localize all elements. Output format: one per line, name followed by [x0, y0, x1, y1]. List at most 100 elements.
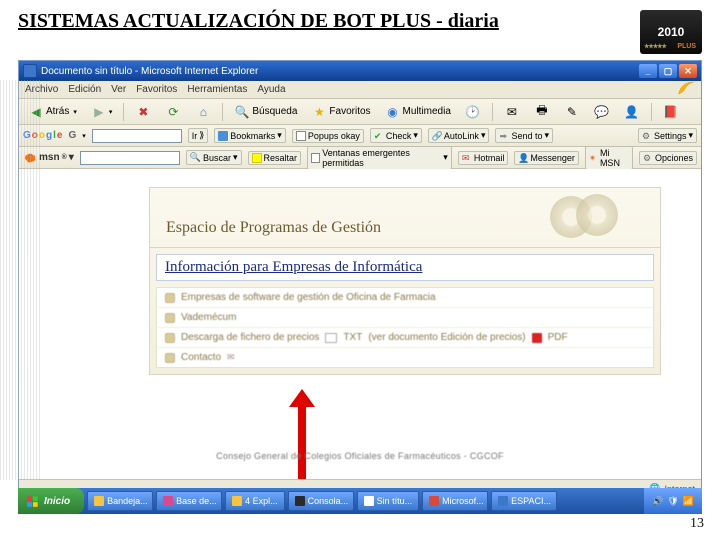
msn-highlight-button[interactable]: Resaltar [248, 151, 302, 165]
ie-logo-icon [677, 79, 695, 100]
forward-button[interactable]: ▶▾ [86, 101, 118, 123]
history-button[interactable]: 🕑 [460, 101, 486, 123]
media-button[interactable]: ◉Multimedia [380, 101, 456, 123]
home-icon: ⌂ [195, 104, 211, 120]
back-button[interactable]: ◀ Atrás▾ [23, 101, 82, 123]
panel-subheading-link[interactable]: Información para Empresas de Informática [156, 254, 654, 281]
google-popups-button[interactable]: Popups okay [292, 129, 364, 143]
options-icon: ⚙ [643, 153, 653, 163]
tray-icon[interactable]: 📶 [683, 496, 694, 507]
edit-button[interactable]: ✎ [559, 101, 585, 123]
taskbar-item[interactable]: Microsof... [422, 491, 488, 511]
page-number: 13 [690, 516, 704, 532]
mail-icon: ✉ [504, 104, 520, 120]
menu-archivo[interactable]: Archivo [25, 84, 58, 95]
google-check-button[interactable]: ✔Check▾ [370, 128, 422, 143]
list-item[interactable]: Descarga de fichero de precios TXT (ver … [157, 328, 653, 348]
minimize-button[interactable]: _ [639, 64, 657, 78]
bullet-icon [165, 333, 175, 343]
taskbar-item[interactable]: 4 Expl... [225, 491, 285, 511]
discuss-button[interactable]: 💬 [589, 101, 615, 123]
taskbar-item[interactable]: ESPACI... [491, 491, 557, 511]
list-item[interactable]: Contacto✉ [157, 348, 653, 367]
msn-popups-button[interactable]: Ventanas emergentes permitidas▾ [307, 146, 452, 170]
panel-heading: Espacio de Programas de Gestión [166, 219, 381, 237]
app-icon [498, 496, 508, 506]
back-icon: ◀ [28, 104, 44, 120]
msn-search-input[interactable] [80, 151, 180, 165]
msn-search-button[interactable]: 🔍Buscar▾ [186, 150, 242, 165]
ie-menubar: Archivo Edición Ver Favoritos Herramient… [19, 81, 701, 99]
windows-taskbar: Inicio Bandeja... Base de... 4 Expl... C… [18, 488, 702, 514]
taskbar-item[interactable]: Sin títu... [357, 491, 420, 511]
ie-app-icon [23, 64, 37, 78]
bookmark-icon [218, 131, 228, 141]
taskbar-item[interactable]: Bandeja... [87, 491, 153, 511]
msn-mimsn-button[interactable]: ✴Mi MSN [585, 146, 633, 170]
hotmail-icon: ✉ [462, 153, 472, 163]
tray-icon[interactable]: 🛡 [667, 496, 678, 507]
system-tray[interactable]: 🔊 🛡 📶 [644, 488, 702, 514]
bullet-icon [165, 293, 175, 303]
tray-icon[interactable]: 🔊 [652, 496, 663, 507]
list-item[interactable]: Empresas de software de gestión de Ofici… [157, 288, 653, 308]
send-icon: ➡ [499, 131, 509, 141]
slide-title: SISTEMAS ACTUALIZACIÓN DE BOT PLUS - dia… [18, 10, 640, 33]
msn-options-button[interactable]: ⚙Opciones [639, 151, 697, 165]
home-button[interactable]: ⌂ [190, 101, 216, 123]
mail-button[interactable]: ✉ [499, 101, 525, 123]
discuss-icon: 💬 [594, 104, 610, 120]
stop-icon: ✖ [135, 104, 151, 120]
favorites-button[interactable]: ★Favoritos [306, 101, 375, 123]
media-icon: ◉ [385, 104, 401, 120]
taskbar-item[interactable]: Base de... [156, 491, 222, 511]
star-icon: ★ [311, 104, 327, 120]
google-sendto-button[interactable]: ➡Send to▾ [495, 128, 553, 143]
msn-hotmail-button[interactable]: ✉Hotmail [458, 151, 509, 165]
start-button[interactable]: Inicio [18, 488, 84, 514]
google-go-button[interactable]: Ir ⟫ [188, 128, 209, 143]
menu-ver[interactable]: Ver [111, 84, 126, 95]
app-icon [94, 496, 104, 506]
edit-icon: ✎ [564, 104, 580, 120]
msn-logo: msn®▾ [23, 151, 74, 165]
google-bookmarks-button[interactable]: Bookmarks▾ [214, 128, 286, 143]
menu-favoritos[interactable]: Favoritos [136, 84, 177, 95]
print-icon: 🖶 [534, 104, 550, 120]
pdf-file-icon [532, 333, 542, 343]
popup-icon [296, 131, 306, 141]
stop-button[interactable]: ✖ [130, 101, 156, 123]
google-logo: Google [23, 130, 62, 141]
menu-herramientas[interactable]: Herramientas [187, 84, 247, 95]
panel-heading-area: Espacio de Programas de Gestión [150, 188, 660, 248]
bullet-icon [165, 353, 175, 363]
refresh-button[interactable]: ⟳ [160, 101, 186, 123]
book-icon: 📕 [663, 104, 679, 120]
panel-list: Empresas de software de gestión de Ofici… [156, 287, 654, 368]
taskbar-item[interactable]: Consola... [288, 491, 354, 511]
google-search-input[interactable] [92, 129, 182, 143]
page-footer-note: Consejo General de Colegios Oficiales de… [216, 451, 504, 461]
menu-edicion[interactable]: Edición [68, 84, 101, 95]
list-item[interactable]: Vademécum [157, 308, 653, 328]
page-content: Espacio de Programas de Gestión Informac… [19, 169, 701, 479]
msn-messenger-button[interactable]: 👤Messenger [514, 151, 579, 165]
maximize-button[interactable]: ▢ [659, 64, 677, 78]
messenger-button[interactable]: 👤 [619, 101, 645, 123]
app-icon [429, 496, 439, 506]
print-button[interactable]: 🖶 [529, 101, 555, 123]
check-icon: ✔ [374, 131, 384, 141]
search-button[interactable]: 🔍Búsqueda [229, 101, 302, 123]
google-toolbar: Google G▾ Ir ⟫ Bookmarks▾ Popups okay ✔C… [19, 125, 701, 147]
mail-small-icon: ✉ [227, 352, 235, 363]
menu-ayuda[interactable]: Ayuda [257, 84, 285, 95]
windows-flag-icon [26, 494, 40, 508]
extra-button[interactable]: 📕 [658, 101, 684, 123]
google-settings-button[interactable]: ⚙Settings▾ [638, 128, 697, 143]
window-title: Documento sin título - Microsoft Interne… [41, 66, 258, 77]
close-button[interactable]: ✕ [679, 64, 697, 78]
butterfly-icon: ✴ [589, 153, 598, 163]
programs-panel: Espacio de Programas de Gestión Informac… [149, 187, 661, 375]
ie-titlebar: Documento sin título - Microsoft Interne… [19, 61, 701, 81]
google-autolink-button[interactable]: 🔗AutoLink▾ [428, 128, 490, 143]
